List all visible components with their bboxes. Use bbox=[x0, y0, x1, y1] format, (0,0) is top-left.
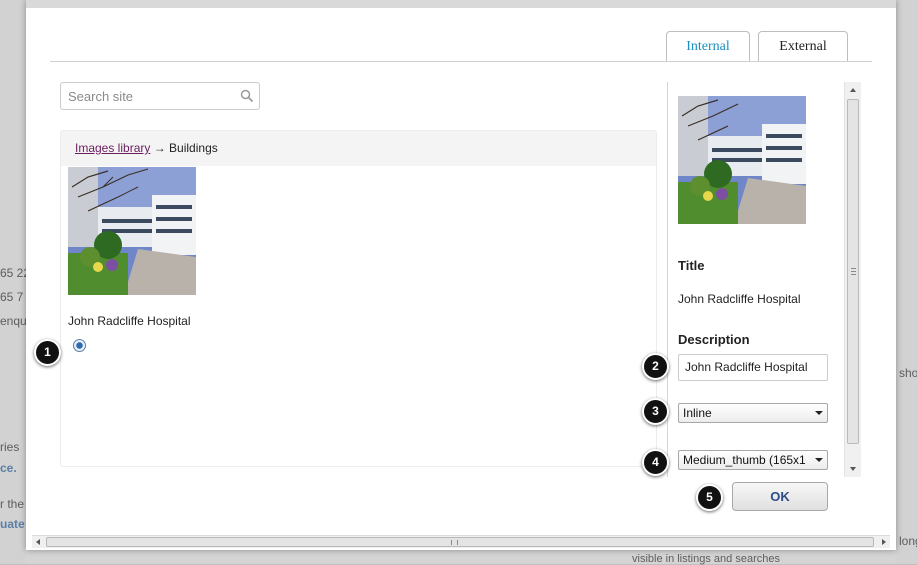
size-select[interactable]: Medium_thumb (165x1 bbox=[678, 450, 828, 470]
background-text: sho bbox=[899, 366, 917, 380]
scroll-down-icon[interactable] bbox=[850, 467, 856, 471]
breadcrumb-separator: → bbox=[153, 141, 166, 155]
scroll-up-icon[interactable] bbox=[850, 88, 856, 92]
scroll-left-icon[interactable] bbox=[36, 539, 40, 545]
image-library-panel: Images library → Buildings John Radcliff… bbox=[60, 130, 657, 467]
background-link-text: uate bbox=[0, 517, 25, 531]
title-value: John Radcliffe Hospital bbox=[678, 292, 801, 306]
horizontal-scrollbar[interactable] bbox=[32, 535, 890, 548]
step-badge-2: 2 bbox=[642, 353, 669, 380]
search-input[interactable] bbox=[60, 82, 260, 110]
breadcrumb: Images library → Buildings bbox=[61, 131, 656, 166]
step-badge-3: 3 bbox=[642, 398, 669, 425]
chevron-down-icon bbox=[815, 411, 823, 415]
background-text: ries bbox=[0, 440, 20, 454]
hospital-photo bbox=[68, 167, 196, 295]
background-bottom-strip: visible in listings and searches bbox=[26, 550, 896, 565]
title-label: Title bbox=[678, 258, 705, 273]
size-select-value: Medium_thumb (165x1 bbox=[683, 453, 806, 467]
scrollbar-thumb[interactable] bbox=[847, 99, 859, 444]
dialog-header-bar bbox=[26, 0, 896, 8]
vertical-scrollbar[interactable] bbox=[844, 82, 861, 477]
step-badge-1: 1 bbox=[34, 339, 61, 366]
insert-image-dialog: Internal External Images library → Build… bbox=[26, 0, 896, 550]
tabs-divider bbox=[50, 61, 872, 62]
alignment-select[interactable]: Inline bbox=[678, 403, 828, 423]
grip-icon bbox=[851, 268, 856, 275]
image-select-radio[interactable] bbox=[73, 339, 86, 352]
background-text: r the bbox=[0, 497, 25, 511]
description-field[interactable]: John Radcliffe Hospital bbox=[678, 354, 828, 381]
background-text: enqu bbox=[0, 314, 27, 328]
alignment-select-value: Inline bbox=[683, 406, 712, 420]
tab-external[interactable]: External bbox=[758, 31, 848, 62]
breadcrumb-current: Buildings bbox=[169, 141, 218, 155]
chevron-down-icon bbox=[815, 458, 823, 462]
background-left-strip bbox=[0, 0, 26, 564]
background-link-text: ce. bbox=[0, 461, 17, 475]
grip-icon bbox=[451, 540, 458, 545]
image-thumbnail[interactable] bbox=[68, 167, 196, 295]
step-badge-5: 5 bbox=[696, 484, 723, 511]
background-text: long bbox=[899, 534, 917, 548]
scrollbar-thumb[interactable] bbox=[46, 537, 874, 547]
step-badge-4: 4 bbox=[642, 449, 669, 476]
breadcrumb-link-images-library[interactable]: Images library bbox=[75, 141, 150, 155]
description-label: Description bbox=[678, 332, 750, 347]
background-text: visible in listings and searches bbox=[632, 553, 780, 565]
background-right-strip bbox=[896, 0, 917, 564]
ok-button[interactable]: OK bbox=[732, 482, 828, 511]
selected-image-preview bbox=[678, 96, 806, 224]
image-title: John Radcliffe Hospital bbox=[68, 314, 191, 328]
scroll-right-icon[interactable] bbox=[882, 539, 886, 545]
background-text: 65 7 bbox=[0, 290, 24, 304]
hospital-photo bbox=[678, 96, 806, 224]
search-icon[interactable] bbox=[240, 89, 254, 103]
tab-internal[interactable]: Internal bbox=[666, 31, 750, 62]
